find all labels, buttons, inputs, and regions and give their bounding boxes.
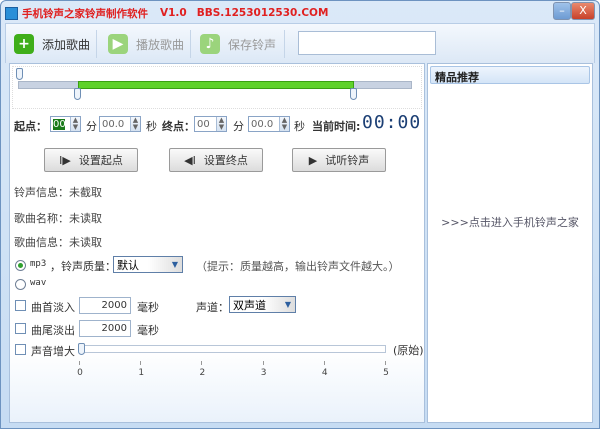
set-start-icon: I▶ — [59, 153, 71, 167]
end-label: 终点： — [162, 120, 195, 133]
set-end-label: 设置终点 — [203, 154, 248, 167]
set-end-icon: ◀I — [184, 153, 196, 167]
ringtone-info: 铃声信息：未截取 — [14, 186, 102, 199]
current-time-label: 当前时间: — [312, 120, 361, 133]
app-icon — [5, 6, 18, 20]
preview-label: 试听铃声 — [325, 154, 370, 167]
set-start-label: 设置起点 — [78, 154, 123, 167]
chevron-down-icon: ▼ — [171, 260, 179, 269]
volume-tick-label: 3 — [260, 368, 267, 378]
minute-unit: 分 — [86, 120, 97, 133]
start-minute-spinner[interactable]: 00 ▲ ▼ — [50, 116, 81, 132]
playhead-handle[interactable] — [16, 68, 23, 80]
volume-tick — [385, 361, 386, 365]
minute-unit: 分 — [233, 120, 244, 133]
mp3-radio[interactable] — [15, 260, 26, 271]
preview-icon: ▶ — [308, 153, 318, 167]
editor-panel: 起点： 00 ▲ ▼ 分 00.0 ▲ ▼ 秒 终点： 00 ▲ ▼ 分 00.0 ▲ ▼ 秒 … — [9, 63, 425, 423]
volume-tick — [262, 361, 264, 365]
fade-out-label: 曲尾淡出 — [31, 324, 75, 337]
second-unit: 秒 — [294, 120, 305, 133]
save-ringtone-button[interactable]: ♪ 保存铃声 — [200, 30, 276, 58]
volume-tick-label: 4 — [321, 368, 328, 378]
recommend-header: 精品推荐 — [430, 66, 590, 84]
start-label: 起点： — [14, 120, 47, 133]
set-end-button[interactable]: ◀I 设置终点 — [169, 148, 263, 172]
play-song-label: 播放歌曲 — [136, 37, 185, 52]
save-ringtone-label: 保存铃声 — [228, 37, 277, 52]
start-second-spinner[interactable]: 00.0 ▲ ▼ — [99, 116, 141, 132]
fade-out-checkbox[interactable] — [15, 323, 26, 334]
volume-tick — [79, 361, 80, 365]
app-site: BBS.1253012530.COM — [196, 7, 329, 19]
mp3-label: mp3 — [30, 259, 47, 269]
divider — [96, 30, 97, 58]
play-icon: ▶ — [108, 34, 128, 54]
fade-in-input[interactable]: 2000 — [79, 297, 131, 314]
plus-icon: + — [14, 34, 34, 54]
fade-in-label: 曲首淡入 — [31, 301, 75, 314]
volume-tick-label: 5 — [383, 368, 389, 378]
volume-tick-label: 0 — [77, 368, 83, 378]
volume-tick-label: 2 — [199, 368, 206, 378]
end-handle[interactable] — [349, 88, 357, 100]
fade-out-unit: 毫秒 — [137, 324, 159, 337]
toolbar: + 添加歌曲 ▶ 播放歌曲 ♪ 保存铃声 — [5, 23, 595, 63]
start-handle[interactable] — [74, 88, 82, 100]
fade-in-unit: 毫秒 — [137, 301, 159, 314]
app-title: 手机铃声之家铃声制作软件 — [22, 7, 148, 20]
second-unit: 秒 — [146, 120, 157, 133]
app-window: 手机铃声之家铃声制作软件 V1.0 BBS.1253012530.COM – X… — [0, 0, 600, 429]
song-name: 歌曲名称：未读取 — [14, 212, 102, 225]
app-version: V1.0 — [160, 7, 187, 19]
end-minute-spinner[interactable]: 00 ▲ ▼ — [194, 116, 227, 132]
end-second-spinner[interactable]: 00.0 ▲ ▼ — [248, 116, 290, 132]
quality-select[interactable]: 默认 ▼ — [113, 256, 183, 273]
set-start-button[interactable]: I▶ 设置起点 — [44, 148, 138, 172]
divider — [190, 30, 191, 58]
quality-hint: （提示：质量越高，输出铃声文件越大。） — [196, 260, 400, 273]
play-song-button[interactable]: ▶ 播放歌曲 — [108, 30, 184, 58]
chevron-down-icon: ▼ — [284, 300, 292, 309]
add-song-button[interactable]: + 添加歌曲 — [14, 30, 90, 58]
wav-label: wav — [30, 278, 47, 288]
close-button[interactable]: X — [571, 2, 595, 20]
minimize-button[interactable]: – — [553, 2, 571, 20]
wav-radio[interactable] — [15, 279, 26, 290]
selected-range — [78, 81, 354, 89]
volume-tick-label: 1 — [138, 368, 145, 378]
volume-tick — [323, 361, 325, 365]
fade-out-input[interactable]: 2000 — [79, 320, 131, 337]
volume-slider-handle[interactable] — [78, 343, 85, 355]
song-info: 歌曲信息：未读取 — [14, 236, 102, 249]
channel-label: 声道： — [196, 301, 229, 314]
toolbar-input[interactable] — [298, 31, 436, 55]
volume-boost-checkbox[interactable] — [15, 344, 26, 355]
recommend-panel: 精品推荐 >>>点击进入手机铃声之家 — [427, 63, 593, 423]
music-note-icon: ♪ — [200, 34, 220, 54]
add-song-label: 添加歌曲 — [42, 37, 91, 52]
divider — [284, 30, 285, 58]
channel-select[interactable]: 双声道 ▼ — [229, 296, 296, 313]
current-time-display: 00:00 — [362, 112, 422, 133]
volume-tick — [201, 361, 203, 365]
title-bar: 手机铃声之家铃声制作软件 V1.0 BBS.1253012530.COM — [5, 4, 328, 22]
fade-in-checkbox[interactable] — [15, 300, 26, 311]
quality-label: ，铃声质量： — [50, 260, 116, 273]
volume-tick — [140, 361, 142, 365]
volume-original-label: (原始) — [393, 344, 424, 357]
preview-button[interactable]: ▶ 试听铃声 — [292, 148, 386, 172]
ringtone-home-link[interactable]: >>>点击进入手机铃声之家 — [428, 214, 592, 230]
volume-boost-label: 声音增大 — [31, 345, 75, 358]
volume-slider[interactable] — [80, 345, 386, 353]
